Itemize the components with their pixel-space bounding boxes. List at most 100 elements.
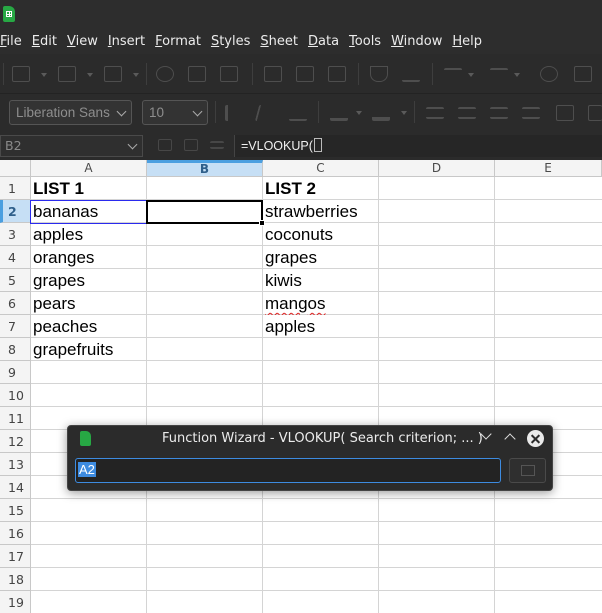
row-header[interactable]: 14: [0, 476, 31, 499]
formula-equals-icon[interactable]: [210, 141, 224, 149]
redo-icon[interactable]: [490, 68, 508, 84]
cell-c3[interactable]: coconuts: [263, 223, 378, 246]
highlight-color-icon[interactable]: [372, 105, 390, 121]
align-center-icon[interactable]: [458, 107, 476, 119]
row-header[interactable]: 9: [0, 361, 31, 384]
merge-cells-icon[interactable]: [588, 105, 602, 121]
menu-help[interactable]: Help: [447, 30, 487, 54]
save-dropdown-icon[interactable]: [133, 73, 139, 77]
row-header[interactable]: 15: [0, 499, 31, 522]
sum-icon[interactable]: [184, 139, 198, 151]
justify-icon[interactable]: [522, 107, 540, 119]
save-icon[interactable]: [104, 66, 122, 82]
cell-c5[interactable]: kiwis: [263, 269, 378, 292]
name-box[interactable]: B2: [0, 135, 143, 157]
row-header[interactable]: 11: [0, 407, 31, 430]
cell-c1[interactable]: LIST 2: [263, 177, 378, 200]
autofill-handle[interactable]: [259, 220, 265, 226]
row-header[interactable]: 6: [0, 292, 31, 315]
row-header[interactable]: 16: [0, 522, 31, 545]
cell-a3[interactable]: apples: [31, 223, 146, 246]
cell-a4[interactable]: oranges: [31, 246, 146, 269]
row-header[interactable]: 2: [0, 200, 31, 223]
toolbar-separator: [252, 63, 253, 85]
cell-c2[interactable]: strawberries: [263, 200, 378, 223]
print-icon[interactable]: [188, 66, 206, 82]
copy-icon[interactable]: [296, 66, 314, 82]
wrap-text-icon[interactable]: [556, 105, 574, 121]
menu-sheet[interactable]: Sheet: [255, 30, 303, 54]
cut-icon[interactable]: [264, 66, 282, 82]
undo-icon[interactable]: [444, 68, 462, 84]
paste-icon[interactable]: [328, 66, 346, 82]
new-dropdown-icon[interactable]: [41, 73, 47, 77]
find-replace-icon[interactable]: [540, 66, 558, 82]
font-name-box[interactable]: Liberation Sans: [9, 100, 132, 125]
row-header[interactable]: 18: [0, 568, 31, 591]
cell-c6[interactable]: mangos: [263, 292, 378, 315]
row-header[interactable]: 13: [0, 453, 31, 476]
row-header[interactable]: 17: [0, 545, 31, 568]
spreadsheet-grid[interactable]: A B C D E 1 2 3 4 5 6 7 8 9 10 11 12 13 …: [0, 160, 602, 613]
font-name-dropdown-icon[interactable]: [116, 106, 127, 117]
align-right-icon[interactable]: [490, 107, 508, 119]
cell-a7[interactable]: peaches: [31, 315, 146, 338]
print-preview-icon[interactable]: [220, 66, 238, 82]
font-color-dropdown-icon[interactable]: [356, 111, 362, 115]
new-document-icon[interactable]: [12, 66, 30, 82]
menu-tools[interactable]: Tools: [344, 30, 386, 54]
column-header-e[interactable]: E: [495, 160, 602, 177]
row-header[interactable]: 8: [0, 338, 31, 361]
menu-data[interactable]: Data: [303, 30, 344, 54]
redo-dropdown-icon[interactable]: [514, 73, 520, 77]
clear-formatting-icon[interactable]: [402, 66, 420, 82]
menu-edit[interactable]: Edit: [27, 30, 62, 54]
menu-insert[interactable]: Insert: [103, 30, 150, 54]
argument-input[interactable]: A2: [75, 458, 501, 483]
formula-input[interactable]: =VLOOKUP(: [234, 135, 602, 157]
cell-a1[interactable]: LIST 1: [31, 177, 146, 200]
highlight-dropdown-icon[interactable]: [401, 111, 407, 115]
spelling-icon[interactable]: [574, 66, 592, 82]
row-header[interactable]: 19: [0, 591, 31, 613]
column-header-d[interactable]: D: [379, 160, 495, 177]
bold-icon[interactable]: [225, 105, 243, 121]
row-header[interactable]: 12: [0, 430, 31, 453]
cell-c7[interactable]: apples: [263, 315, 378, 338]
row-header[interactable]: 5: [0, 269, 31, 292]
cell-a8[interactable]: grapefruits: [31, 338, 146, 361]
select-all-corner[interactable]: [0, 160, 31, 177]
row-header[interactable]: 1: [0, 177, 31, 200]
toolbar-separator: [432, 63, 433, 85]
menu-format[interactable]: Format: [150, 30, 206, 54]
chevron-up-icon[interactable]: [504, 433, 516, 445]
export-pdf-icon[interactable]: [156, 66, 174, 82]
open-dropdown-icon[interactable]: [87, 73, 93, 77]
function-wizard-icon[interactable]: [158, 139, 172, 151]
column-header-b[interactable]: B: [147, 160, 263, 177]
menu-file[interactable]: File: [0, 30, 27, 54]
cell-a5[interactable]: grapes: [31, 269, 146, 292]
menu-view[interactable]: View: [62, 30, 103, 54]
cell-c4[interactable]: grapes: [263, 246, 378, 269]
column-header-c[interactable]: C: [263, 160, 379, 177]
font-size-dropdown-icon[interactable]: [192, 106, 203, 117]
row-header[interactable]: 10: [0, 384, 31, 407]
clone-formatting-icon[interactable]: [370, 66, 388, 82]
menu-styles[interactable]: Styles: [206, 30, 255, 54]
font-color-icon[interactable]: [330, 105, 348, 121]
row-header[interactable]: 4: [0, 246, 31, 269]
open-folder-icon[interactable]: [58, 66, 76, 82]
name-box-dropdown-icon[interactable]: [127, 139, 138, 150]
row-header[interactable]: 7: [0, 315, 31, 338]
column-header-a[interactable]: A: [31, 160, 147, 177]
row-header[interactable]: 3: [0, 223, 31, 246]
expand-dialog-button[interactable]: [509, 458, 546, 483]
align-left-icon[interactable]: [426, 107, 444, 119]
close-icon[interactable]: [527, 430, 544, 447]
underline-icon[interactable]: [289, 105, 307, 121]
font-size-box[interactable]: 10: [142, 100, 208, 125]
cell-a6[interactable]: pears: [31, 292, 146, 315]
undo-dropdown-icon[interactable]: [468, 73, 474, 77]
menu-window[interactable]: Window: [386, 30, 447, 54]
